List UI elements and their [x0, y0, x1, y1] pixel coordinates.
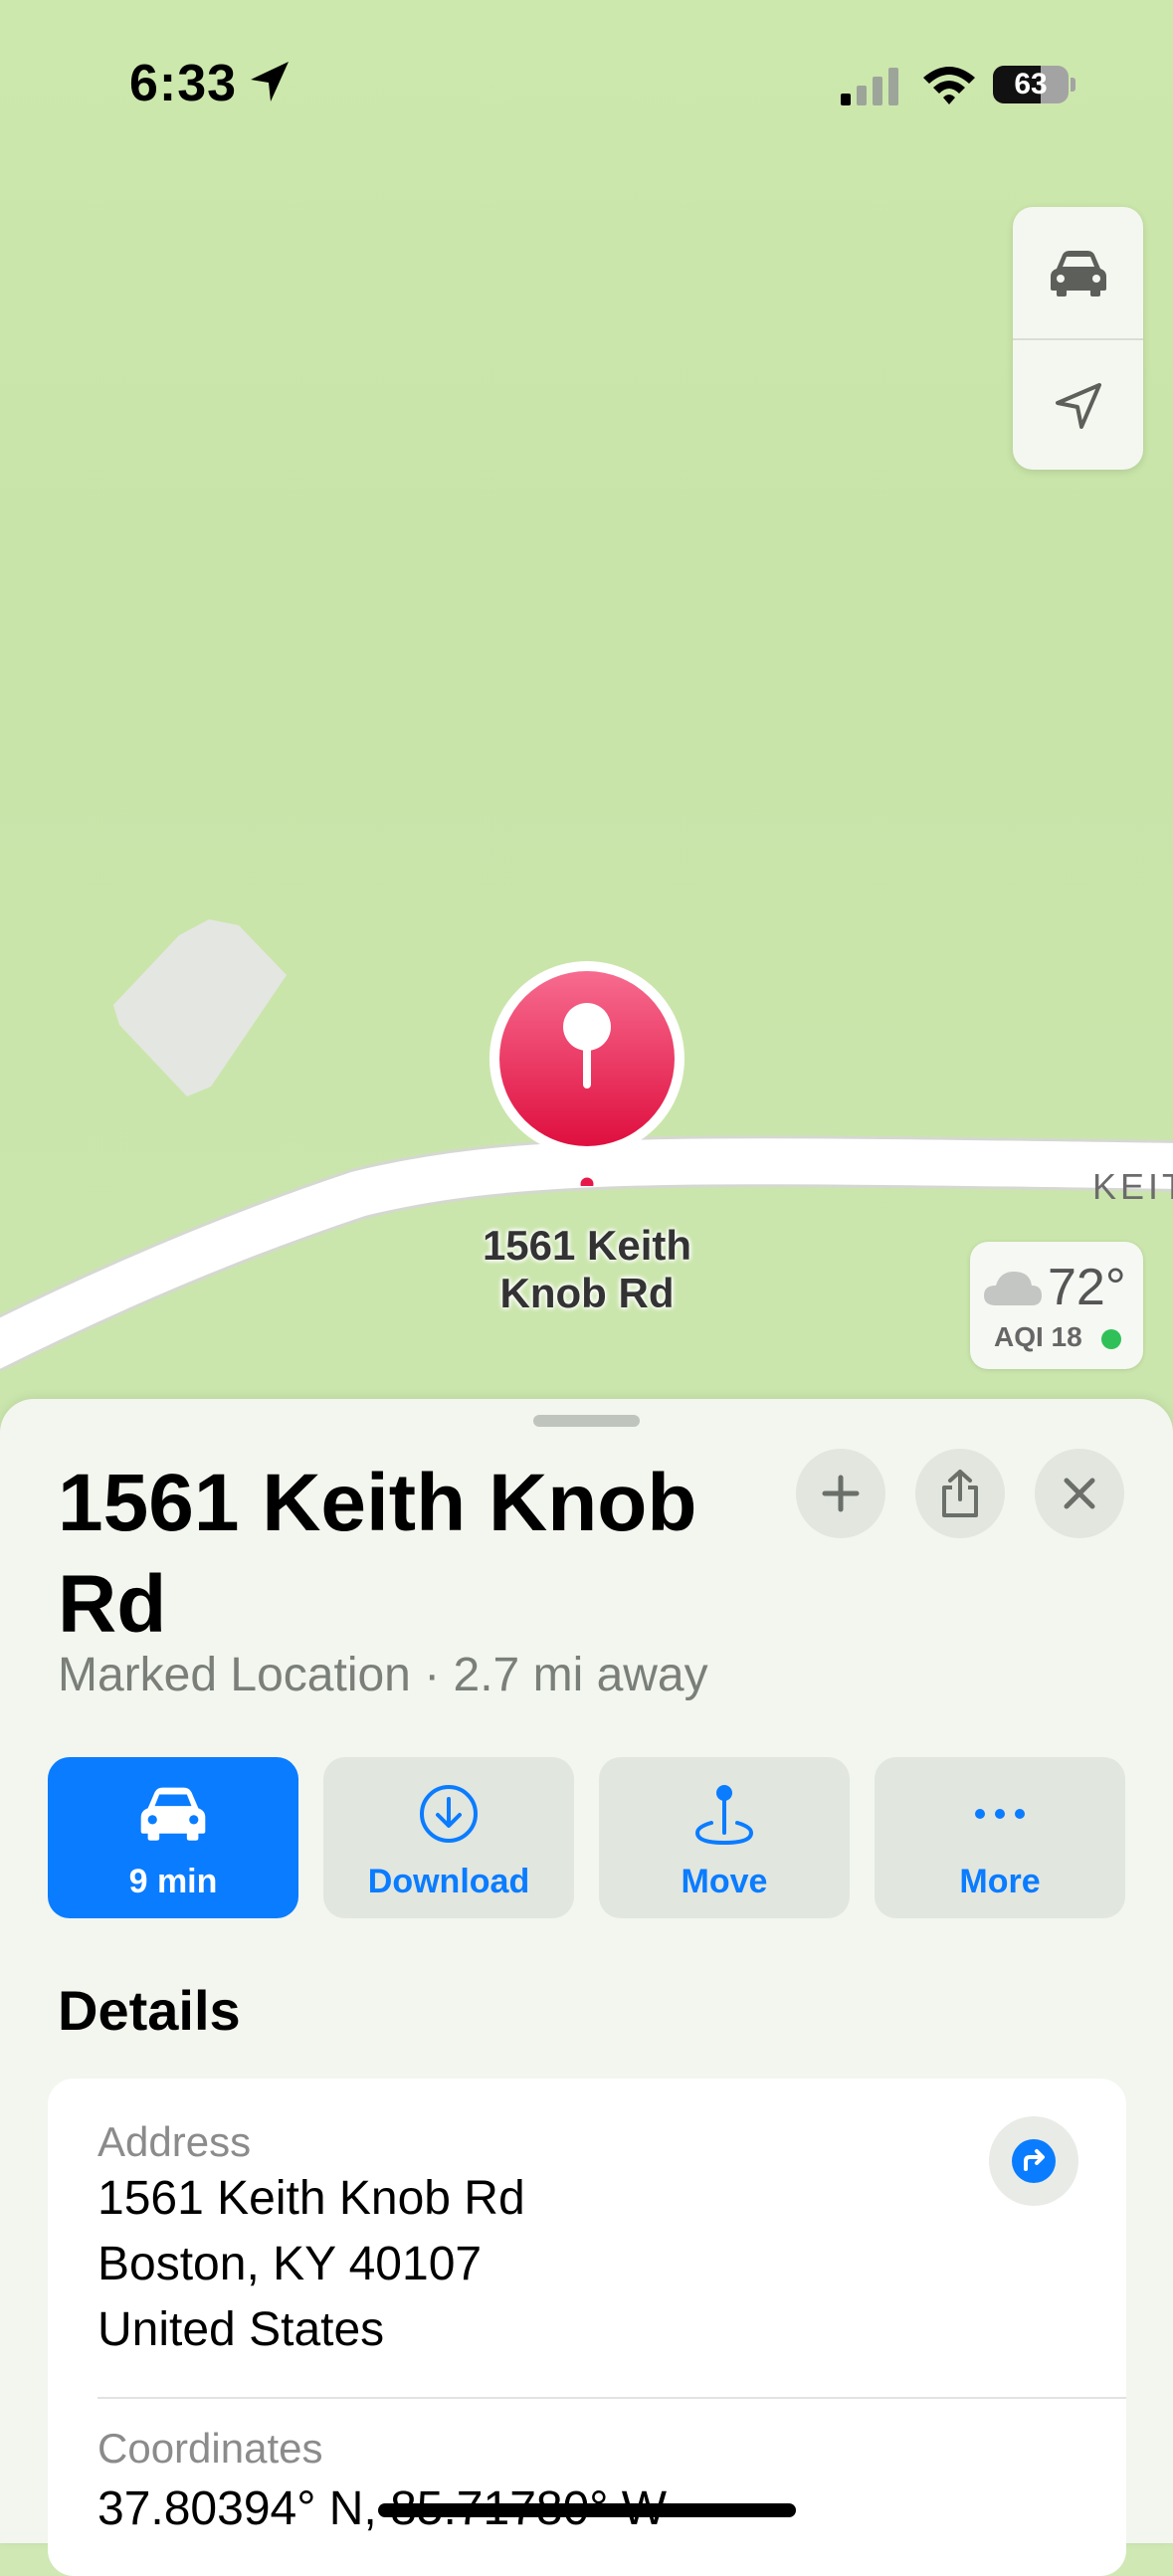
pin-label-line2: Knob Rd	[499, 1270, 675, 1316]
location-arrow-icon	[1055, 383, 1101, 429]
address-value[interactable]: 1561 Keith Knob Rd Boston, KY 40107 Unit…	[98, 2166, 525, 2363]
add-button[interactable]	[796, 1449, 885, 1538]
details-divider	[98, 2397, 1126, 2399]
battery-cap	[1071, 78, 1075, 92]
place-card-sheet[interactable]: 1561 Keith Knob Rd Marked Location · 2.7…	[0, 1399, 1173, 2576]
cloud-icon	[984, 1272, 1042, 1305]
car-icon	[140, 1787, 206, 1841]
pin-label-line1: 1561 Keith	[482, 1222, 692, 1269]
more-button[interactable]: More	[875, 1757, 1125, 1918]
close-icon	[1064, 1478, 1095, 1509]
move-button[interactable]: Move	[599, 1757, 850, 1918]
transport-mode-button[interactable]	[1013, 207, 1143, 338]
move-pin-icon	[694, 1785, 754, 1846]
close-button[interactable]	[1035, 1449, 1124, 1538]
move-button-label: Move	[681, 1863, 768, 1900]
car-icon	[1050, 251, 1106, 297]
coordinates-label: Coordinates	[98, 2425, 323, 2472]
weather-widget[interactable]: 72° AQI 18	[970, 1242, 1143, 1369]
share-icon	[942, 1470, 978, 1517]
clock: 6:33	[129, 55, 238, 112]
location-pin[interactable]	[486, 957, 688, 1194]
directions-button-label: 9 min	[128, 1863, 218, 1900]
address-line3: United States	[98, 2303, 385, 2356]
road-label: KEIT	[1092, 1166, 1173, 1207]
address-label: Address	[98, 2118, 252, 2165]
status-bar: 6:33 63	[0, 0, 1173, 169]
aqi-status-dot	[1101, 1329, 1121, 1349]
current-location-button[interactable]	[1013, 340, 1143, 472]
road	[0, 1135, 1173, 1372]
sheet-grabber[interactable]	[533, 1415, 640, 1427]
address-directions-button[interactable]	[989, 2116, 1078, 2206]
wifi-icon	[923, 67, 975, 104]
map-view[interactable]: KEIT 1561 Keith Knob Rd	[0, 0, 1173, 1433]
map-controls	[1013, 207, 1143, 470]
more-button-label: More	[959, 1863, 1041, 1900]
home-indicator[interactable]	[378, 2503, 796, 2517]
share-button[interactable]	[915, 1449, 1005, 1538]
location-services-icon	[251, 62, 289, 101]
directions-arrow-icon	[1012, 2139, 1056, 2183]
plus-icon	[822, 1475, 860, 1512]
download-button[interactable]: Download	[323, 1757, 574, 1918]
directions-button[interactable]: 9 min	[48, 1757, 298, 1918]
details-heading: Details	[58, 1979, 241, 2042]
place-subtitle: Marked Location · 2.7 mi away	[58, 1649, 708, 1701]
building-shape	[113, 919, 287, 1096]
battery-icon: 63	[993, 66, 1069, 103]
weather-temperature: 72°	[1048, 1259, 1126, 1316]
place-title: 1561 Keith Knob Rd	[58, 1458, 697, 1650]
download-icon	[420, 1785, 478, 1843]
address-line2: Boston, KY 40107	[98, 2238, 483, 2290]
cellular-signal-icon	[841, 68, 898, 105]
ellipsis-icon	[975, 1809, 1025, 1819]
details-card: Address 1561 Keith Knob Rd Boston, KY 40…	[48, 2079, 1126, 2576]
action-buttons-row: 9 min Download Move More	[48, 1757, 1126, 1918]
download-button-label: Download	[367, 1863, 530, 1900]
address-line1: 1561 Keith Knob Rd	[98, 2172, 525, 2225]
air-quality-index: AQI 18	[994, 1321, 1082, 1352]
battery-percentage: 63	[1014, 68, 1048, 100]
pin-label: 1561 Keith Knob Rd	[398, 1222, 776, 1317]
